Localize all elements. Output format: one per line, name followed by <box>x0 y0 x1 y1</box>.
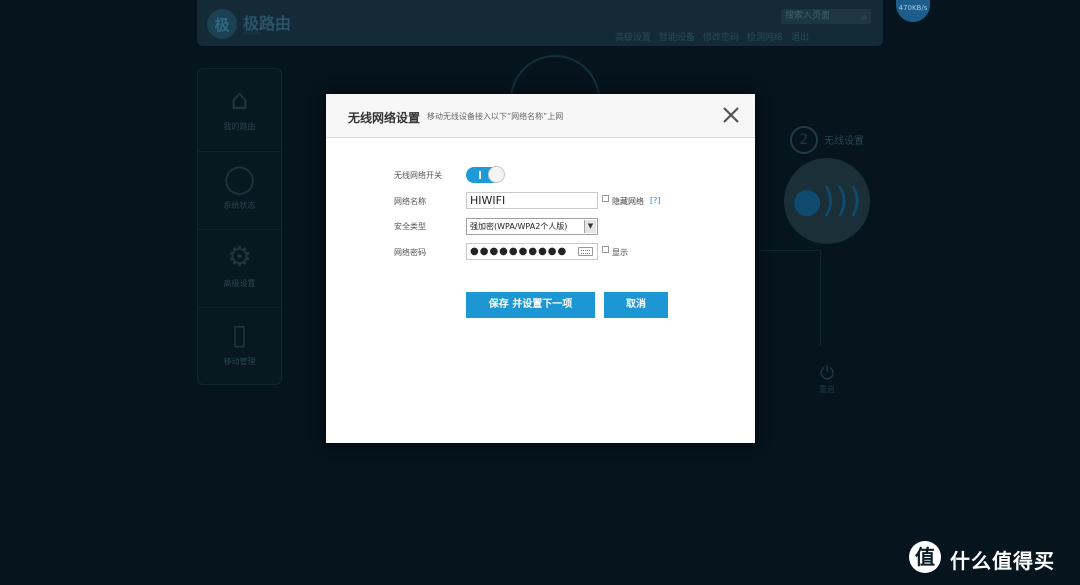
cancel-button[interactable]: 取消 <box>604 292 668 318</box>
search-input[interactable]: 搜索入页面 ⌕ <box>781 9 871 24</box>
toggle-knob <box>488 166 505 183</box>
sidebar: ⌂ 我的路由 ◯ 系统状态 ⚙ 高级设置 ▯ 移动管理 <box>197 68 282 385</box>
gear-icon: ⚙ <box>226 240 253 273</box>
search-placeholder: 搜索入页面 <box>785 11 831 21</box>
home-icon: ⌂ <box>230 83 249 116</box>
step-number: 2 <box>790 126 818 154</box>
wifi-toggle[interactable] <box>466 166 505 183</box>
show-password-label: 显示 <box>612 248 628 257</box>
nav-item-advanced[interactable]: 高级设置 <box>615 30 651 43</box>
wifi-icon: ●))) <box>792 181 862 221</box>
power-icon[interactable]: ⏻ <box>820 363 834 384</box>
sidebar-item-home[interactable]: ⌂ 我的路由 <box>198 73 281 143</box>
ssid-label: 网络名称 <box>394 197 426 206</box>
watermark-text: 什么值得买 <box>950 549 1055 573</box>
chevron-down-icon[interactable]: ▼ <box>584 220 596 233</box>
hide-network-checkbox[interactable] <box>602 195 609 202</box>
step-label: 无线设置 <box>824 136 864 147</box>
help-link[interactable]: [?] <box>650 196 661 205</box>
dialog-header: 无线网络设置 移动无线设备接入以下“网络名称”上网 <box>326 94 755 138</box>
sidebar-item-label: 移动管理 <box>223 357 256 366</box>
toggle-on-mark <box>479 171 481 179</box>
restart-label: 重启 <box>819 385 835 394</box>
top-bar: 极 极路由 HiWiFi 搜索入页面 ⌕ 高级设置 智能设备 修改密码 检测网络… <box>197 0 883 46</box>
sidebar-item-label: 我的路由 <box>223 122 256 131</box>
nav-item-password[interactable]: 修改密码 <box>703 30 739 43</box>
phone-icon: ▯ <box>231 318 248 351</box>
watermark-logo: 值 <box>909 541 941 573</box>
ssid-input[interactable]: HIWIFI <box>466 192 598 209</box>
sidebar-item-mobile[interactable]: ▯ 移动管理 <box>198 307 281 378</box>
security-type-label: 安全类型 <box>394 222 426 231</box>
dialog-subtitle: 移动无线设备接入以下“网络名称”上网 <box>427 112 564 121</box>
nav-item-devices[interactable]: 智能设备 <box>659 30 695 43</box>
password-label: 网络密码 <box>394 248 426 257</box>
sidebar-item-advanced[interactable]: ⚙ 高级设置 <box>198 229 281 300</box>
keyboard-icon[interactable] <box>578 247 593 256</box>
close-button[interactable] <box>721 105 741 125</box>
wifi-switch-label: 无线网络开关 <box>394 171 442 180</box>
close-icon <box>723 107 739 123</box>
wireless-settings-dialog: 无线网络设置 移动无线设备接入以下“网络名称”上网 无线网络开关 网络名称 HI… <box>326 94 755 443</box>
logo-subtitle: HiWiFi <box>243 30 262 37</box>
sidebar-item-status[interactable]: ◯ 系统状态 <box>198 151 281 222</box>
security-type-select[interactable]: 强加密(WPA/WPA2个人版) ▼ <box>466 218 598 235</box>
sidebar-item-label: 高级设置 <box>223 279 256 288</box>
show-password-checkbox[interactable] <box>602 246 609 253</box>
save-next-button[interactable]: 保存 并设置下一项 <box>466 292 595 318</box>
security-type-value: 强加密(WPA/WPA2个人版) <box>470 222 568 231</box>
top-nav: 高级设置 智能设备 修改密码 检测网络 退出 <box>615 30 809 43</box>
hide-network-label: 隐藏网络 <box>612 197 644 206</box>
dialog-title: 无线网络设置 <box>348 111 421 125</box>
sidebar-item-label: 系统状态 <box>223 201 256 210</box>
password-value: ●●●●●●●●●● <box>470 246 568 257</box>
logo-icon: 极 <box>207 9 237 39</box>
password-input[interactable]: ●●●●●●●●●● <box>466 243 598 260</box>
search-icon[interactable]: ⌕ <box>861 10 867 25</box>
connector-lines <box>760 250 821 346</box>
speed-badge: 470KB/s <box>896 0 930 22</box>
wifi-status-circle[interactable]: ●))) <box>784 158 870 244</box>
nav-item-logout[interactable]: 退出 <box>791 30 809 43</box>
pulse-icon: ◯ <box>223 162 256 195</box>
nav-item-check[interactable]: 检测网络 <box>747 30 783 43</box>
